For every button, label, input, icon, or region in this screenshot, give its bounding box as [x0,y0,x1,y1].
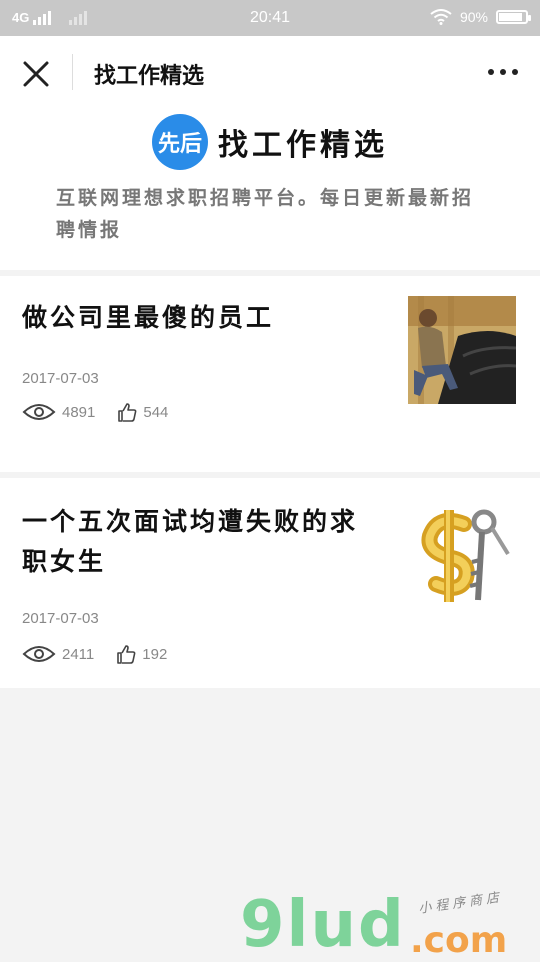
watermark: 9lud 小程序商店 .com [240,880,540,962]
article-date: 2017-07-03 [22,610,99,627]
close-icon[interactable] [20,58,52,90]
wifi-icon [430,9,452,25]
battery-icon [496,10,531,24]
like-count: 544 [143,403,169,421]
status-bar: 4G 20:41 90% [0,0,540,36]
battery-fill [499,13,523,21]
article-thumbnail [408,296,516,404]
brand-name: 找工作精选 [218,128,388,163]
more-dot [488,69,494,75]
like-count: 192 [142,645,168,663]
brand-logo: 先后 [152,114,208,170]
more-dot [500,69,506,75]
thumbs-up-icon[interactable] [117,402,137,422]
article-card[interactable]: 做公司里最傻的员工 2017-07-03 4891 544 [0,276,540,472]
more-icon[interactable] [488,66,520,78]
article-stats: 2411 192 [22,644,167,664]
nav-bar: 找工作精选 [0,36,540,108]
article-thumbnail [408,500,516,608]
eye-icon [22,646,56,662]
dollar-key-image [408,500,516,608]
view-count: 2411 [62,645,95,663]
account-header: 先后 找工作精选 互联网理想求职招聘平台。每日更新最新招聘情报 [0,108,540,270]
nav-divider [72,54,73,90]
battery-percent: 90% [459,9,488,25]
thumbs-up-icon[interactable] [116,644,136,664]
status-right: 90% [430,9,531,25]
more-dot [512,69,518,75]
article-card[interactable]: 一个五次面试均遭失败的求职女生 2017-07-03 2411 192 [0,478,540,688]
watermark-brand: 9lud [240,888,406,962]
article-date: 2017-07-03 [22,370,99,387]
watermark-tagline: 小程序商店 [417,889,504,916]
brand-description: 互联网理想求职招聘平台。每日更新最新招聘情报 [56,187,475,241]
brand-row: 先后 找工作精选 [0,114,540,170]
eye-icon [22,404,56,420]
article-title: 做公司里最傻的员工 [22,303,275,332]
watermark-domain: .com [410,920,508,961]
article-title: 一个五次面试均遭失败的求职女生 [22,507,359,576]
nav-title: 找工作精选 [94,63,205,89]
view-count: 4891 [62,403,96,421]
tired-man-image [408,296,516,404]
article-stats: 4891 544 [22,402,168,422]
